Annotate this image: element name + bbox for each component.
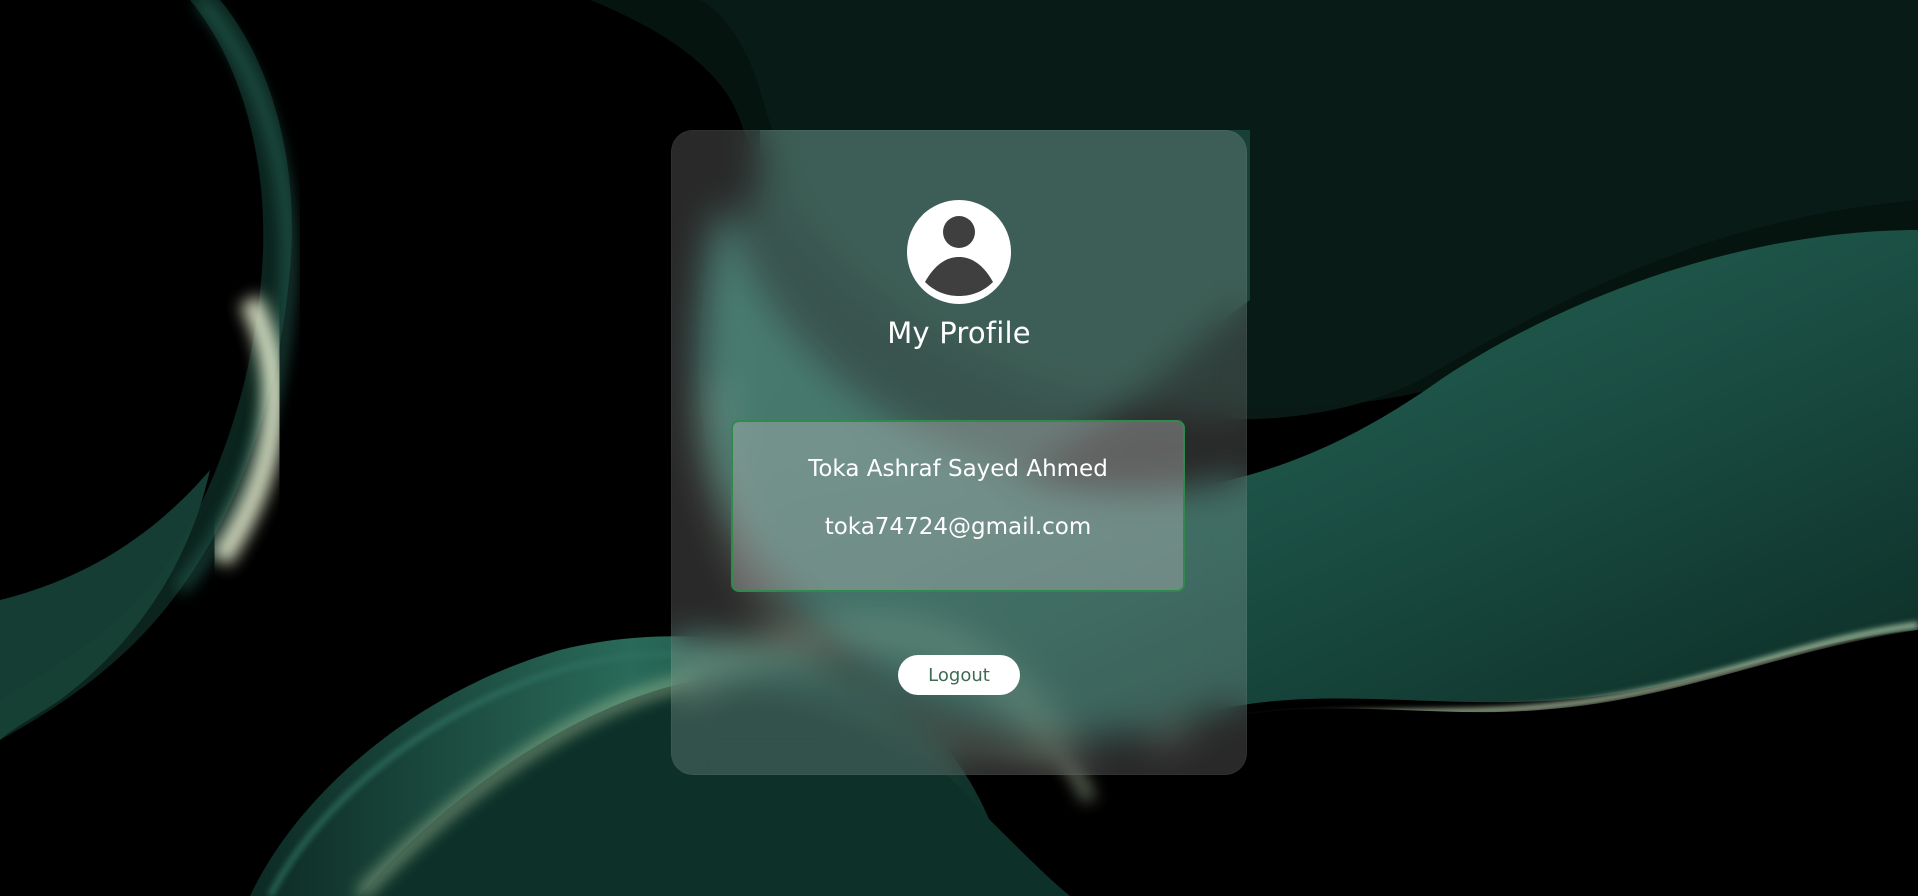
profile-info-box: Toka Ashraf Sayed Ahmed toka74724@gmail.… xyxy=(731,420,1185,592)
user-circle-icon xyxy=(907,200,1011,304)
profile-page: My Profile Toka Ashraf Sayed Ahmed toka7… xyxy=(0,0,1918,896)
profile-card: My Profile Toka Ashraf Sayed Ahmed toka7… xyxy=(671,130,1247,775)
page-title: My Profile xyxy=(887,316,1031,350)
user-name: Toka Ashraf Sayed Ahmed xyxy=(808,456,1108,482)
logout-button[interactable]: Logout xyxy=(898,655,1020,695)
user-email: toka74724@gmail.com xyxy=(824,514,1092,540)
